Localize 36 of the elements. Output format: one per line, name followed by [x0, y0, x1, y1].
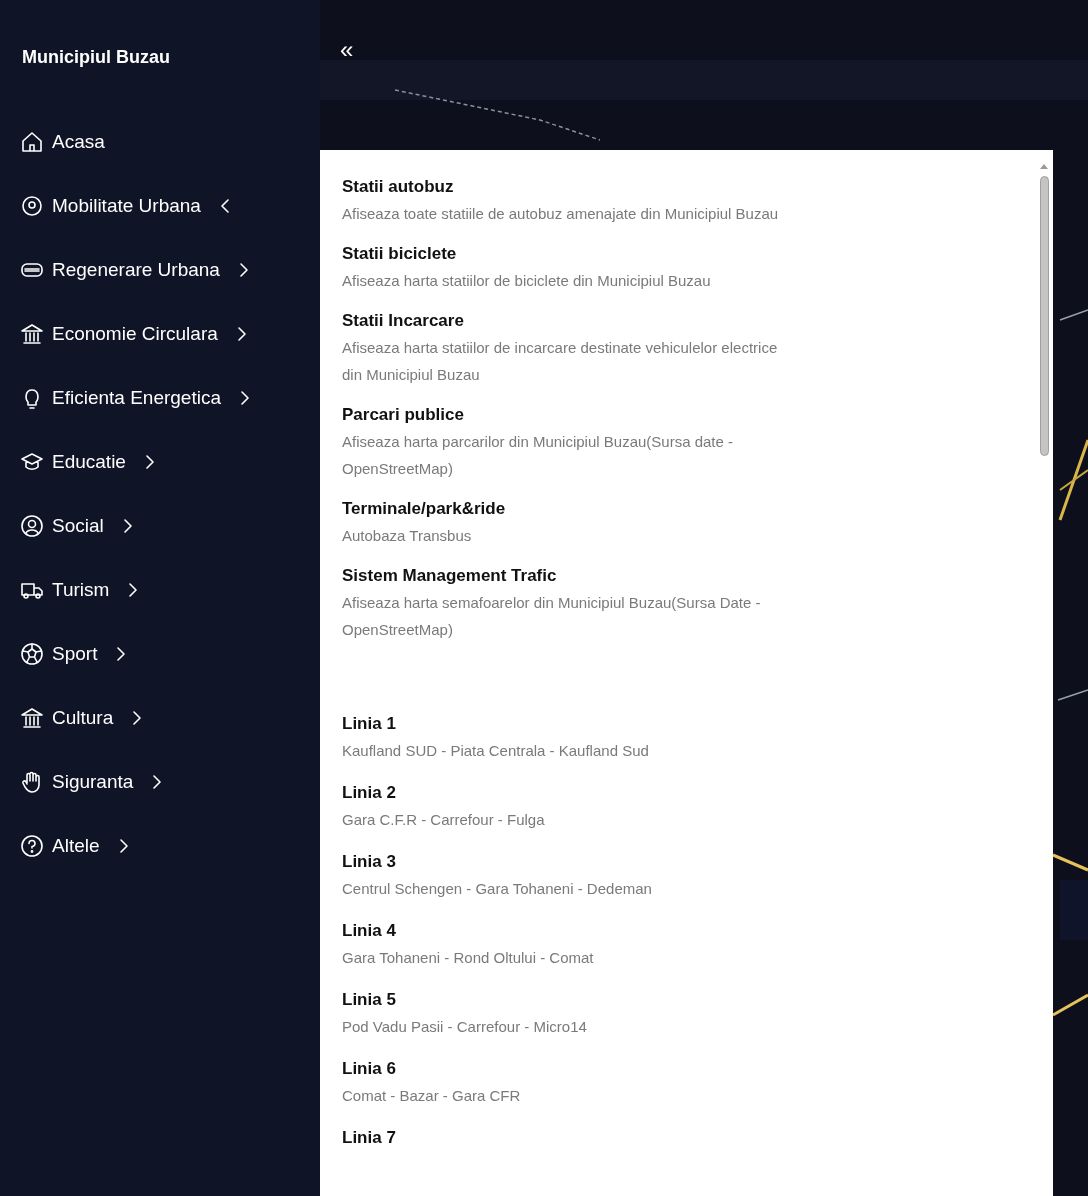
sidebar-item[interactable]: Altele	[0, 814, 320, 878]
user-circle-icon	[20, 514, 44, 538]
bus-line-item[interactable]: Linia 1 Kaufland SUD - Piata Centrala - Kaufland Sud	[342, 711, 782, 780]
sidebar-item[interactable]: Social	[0, 494, 320, 558]
layer-item[interactable]: Terminale/park&ride Autobaza Transbus	[342, 496, 782, 563]
sidebar-item[interactable]: Educatie	[0, 430, 320, 494]
layer-item[interactable]: Statii autobuz Afiseaza toate statiile de autobuz amenajate din Municipiul Buzau	[342, 174, 782, 241]
sidebar-item[interactable]: Siguranta	[0, 750, 320, 814]
bus-line-item[interactable]: Linia 4 Gara Tohaneni - Rond Oltului - Comat	[342, 918, 782, 987]
sidebar-item[interactable]: Turism	[0, 558, 320, 622]
sidebar-item[interactable]: Sport	[0, 622, 320, 686]
layer-item[interactable]: Statii biciclete Afiseaza harta statiilor de biciclete din Municipiul Buzau	[342, 241, 782, 308]
bus-line-item[interactable]: Linia 2 Gara C.F.R - Carrefour - Fulga	[342, 780, 782, 849]
sidebar-item[interactable]: Economie Circulara	[0, 302, 320, 366]
sidebar-item[interactable]: Cultura	[0, 686, 320, 750]
scroll-up-icon[interactable]	[1039, 162, 1049, 170]
sidebar-item[interactable]: Regenerare Urbana	[0, 238, 320, 302]
scrollbar-thumb[interactable]	[1039, 176, 1049, 456]
help-icon	[20, 834, 44, 858]
home-icon	[20, 130, 44, 154]
bus-line-item[interactable]: Linia 7	[342, 1125, 782, 1167]
layer-item[interactable]: Parcari publice Afiseaza harta parcarilor din Municipiul Buzau(Sursa date - OpenStreetMap)	[342, 402, 782, 496]
sidebar-item[interactable]: Eficienta Energetica	[0, 366, 320, 430]
sidebar-item[interactable]: Mobilitate Urbana	[0, 174, 320, 238]
layer-item[interactable]: Sistem Management Trafic Afiseaza harta semafoarelor din Municipiul Buzau(Sursa Date - OpenStreetMap)	[342, 563, 782, 657]
location-pin-icon	[20, 194, 44, 218]
building-icon	[20, 322, 44, 346]
layer-item[interactable]: Statii Incarcare Afiseaza harta statiilor de incarcare destinate vehiculelor electrice din Municipiul Buzau	[342, 308, 782, 402]
building-icon	[20, 706, 44, 730]
ball-icon	[20, 642, 44, 666]
collapse-button[interactable]: «	[340, 38, 354, 62]
app-title: Municipiul Buzau	[22, 46, 170, 69]
sidebar-item[interactable]: Acasa	[0, 110, 320, 174]
bus-line-item[interactable]: Linia 5 Pod Vadu Pasii - Carrefour - Micro14	[342, 987, 782, 1056]
bus-line-item[interactable]: Linia 3 Centrul Schengen - Gara Tohaneni - Dedeman	[342, 849, 782, 918]
bus-line-item[interactable]: Linia 6 Comat - Bazar - Gara CFR	[342, 1056, 782, 1125]
